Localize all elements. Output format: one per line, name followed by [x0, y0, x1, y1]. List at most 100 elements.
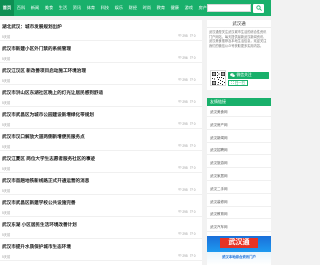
eye-icon	[178, 34, 182, 37]
nav-item[interactable]: 美食	[42, 0, 56, 16]
list-item[interactable]: 湖北武汉：城市发展规划出炉 5天前 295 0	[0, 20, 202, 41]
friend-link[interactable]: 武汉房产网	[207, 119, 271, 130]
eye-icon	[178, 254, 182, 257]
article-time: 5天前	[2, 255, 11, 259]
article-title[interactable]: 武汉江夏区 两位大学生志愿者服务社区的事迹	[2, 156, 182, 162]
view-count: 295	[178, 166, 188, 170]
list-item[interactable]: 武汉东湖 小区居民生活环境改善计划 5天前 295 0	[0, 218, 202, 239]
comment-icon	[190, 144, 193, 147]
nav-item[interactable]: 生活	[56, 0, 70, 16]
comment-count-value: 0	[193, 55, 196, 60]
eye-icon	[178, 122, 182, 125]
view-count-value: 295	[182, 77, 188, 82]
friend-link[interactable]: 武汉家居网	[207, 171, 271, 181]
list-item[interactable]: 武汉江汉区 新改善项目启动施工环境治理 5天前 295 0	[0, 64, 202, 85]
article-title[interactable]: 武汉市新建小区外门禁的系统管理	[2, 46, 182, 52]
scan-label: 扫一扫	[235, 81, 245, 86]
nav-item[interactable]: 财经	[126, 0, 140, 16]
banner-subtitle: 武汉本地综合资讯门户	[222, 255, 256, 259]
view-count: 295	[178, 210, 188, 214]
friend-link[interactable]: 武汉招聘网	[207, 145, 271, 156]
friend-link[interactable]: 武汉旅游网	[207, 158, 271, 169]
article-title[interactable]: 武汉市提升水质保护城市生态环境	[2, 244, 182, 250]
view-count: 295	[178, 34, 188, 38]
nav-item[interactable]: 体育	[84, 0, 98, 16]
nav-item[interactable]: 百科	[14, 0, 28, 16]
comment-count: 0	[190, 78, 196, 82]
comment-count-value: 0	[193, 143, 196, 148]
list-item[interactable]: 武汉江夏区 两位大学生志愿者服务社区的事迹 5天前 295 0	[0, 152, 202, 173]
friend-links-card: 友情链接 武汉美食网武汉房产网武汉新闻网武汉招聘网武汉旅游网武汉家居网武汉二手网…	[207, 98, 271, 236]
list-item[interactable]: 武汉市洪山区东湖社区晚上的灯光让居民感到舒适 5天前 295 0	[0, 86, 202, 107]
list-item[interactable]: 武汉市武昌区新建学校公共设施完善 5天前 295 0	[0, 196, 202, 217]
nav-item[interactable]: 时尚	[140, 0, 154, 16]
search-box[interactable]	[207, 4, 251, 12]
eye-icon	[178, 144, 182, 147]
list-item[interactable]: 武汉市汉口解放大道两侧新增便民服务点 5天前 295 0	[0, 130, 202, 151]
comment-icon	[190, 254, 193, 257]
comment-count: 0	[190, 166, 196, 170]
view-count-value: 295	[182, 33, 188, 38]
article-title[interactable]: 武汉东湖 小区居民生活环境改善计划	[2, 222, 182, 228]
nav-item[interactable]: 娱乐	[112, 0, 126, 16]
article-time: 5天前	[2, 79, 11, 83]
nav-item[interactable]: 游戏	[182, 0, 196, 16]
list-item[interactable]: 武汉市首趟地铁新线路正式开通运营的消息 5天前 295 0	[0, 174, 202, 195]
friend-link[interactable]: 武汉二手网	[207, 183, 271, 194]
list-item[interactable]: 武汉市武昌区为城市公园建设新增绿化带规划 5天前 295 0	[0, 108, 202, 129]
article-title[interactable]: 湖北武汉：城市发展规划出炉	[2, 24, 182, 30]
article-time: 5天前	[2, 57, 11, 61]
promo-banner[interactable]: 武汉通 武汉本地综合资讯门户	[207, 236, 271, 265]
list-item[interactable]: 武汉市提升水质保护城市生态环境 5天前 295 0	[0, 240, 202, 261]
comment-icon	[190, 56, 193, 59]
nav-item[interactable]: 科技	[98, 0, 112, 16]
main-nav: 首页百科新闻美食生活资讯体育科技娱乐财经时尚教育健康游戏房产汽车	[0, 0, 224, 16]
friend-link[interactable]: 武汉汽车网	[207, 222, 271, 233]
view-count-value: 295	[182, 165, 188, 170]
comment-count: 0	[190, 210, 196, 214]
friend-link[interactable]: 武汉装修网	[207, 196, 271, 207]
search-input[interactable]	[208, 5, 250, 11]
view-count: 296	[178, 56, 188, 60]
view-count-value: 295	[182, 209, 188, 214]
article-title[interactable]: 武汉江汉区 新改善项目启动施工环境治理	[2, 68, 182, 74]
article-time: 5天前	[2, 35, 11, 39]
wechat-follow-button[interactable]: 微信关注	[228, 72, 269, 79]
nav-item[interactable]: 教育	[154, 0, 168, 16]
scan-icon	[231, 81, 235, 85]
comment-count-value: 0	[193, 209, 196, 214]
article-time: 5天前	[2, 233, 11, 237]
article-title[interactable]: 武汉市武昌区为城市公园建设新增绿化带规划	[2, 112, 182, 118]
nav-item[interactable]: 新闻	[28, 0, 42, 16]
search-button[interactable]	[253, 3, 264, 13]
friend-link[interactable]: 武汉新闻网	[207, 132, 271, 143]
view-count: 295	[178, 144, 188, 148]
article-title[interactable]: 武汉市武昌区新建学校公共设施完善	[2, 200, 182, 206]
search-icon	[255, 5, 262, 11]
article-time: 5天前	[2, 101, 11, 105]
eye-icon	[178, 232, 182, 235]
wechat-card: 武汉通 武汉通是关注武汉城市生活的综合性资讯门户网站，每天提供最新武汉新闻资讯、…	[207, 20, 271, 90]
comment-count: 0	[190, 34, 196, 38]
friend-link[interactable]: 武汉美食网	[207, 107, 271, 117]
nav-item[interactable]: 资讯	[70, 0, 84, 16]
nav-item[interactable]: 健康	[168, 0, 182, 16]
eye-icon	[178, 188, 182, 191]
comment-count: 0	[190, 100, 196, 104]
friend-link[interactable]: 武汉教育网	[207, 209, 271, 220]
comment-icon	[190, 34, 193, 37]
article-title[interactable]: 武汉市首趟地铁新线路正式开通运营的消息	[2, 178, 182, 184]
friend-links-header: 友情链接	[207, 98, 271, 106]
top-nav-bar: 首页百科新闻美食生活资讯体育科技娱乐财经时尚教育健康游戏房产汽车	[0, 0, 271, 16]
eye-icon	[178, 166, 182, 169]
article-title[interactable]: 武汉市汉口解放大道两侧新增便民服务点	[2, 134, 182, 140]
view-count-value: 295	[182, 99, 188, 104]
view-count: 295	[178, 78, 188, 82]
list-item[interactable]: 武汉市新建小区外门禁的系统管理 5天前 296 0	[0, 42, 202, 63]
comment-icon	[190, 210, 193, 213]
view-count-value: 295	[182, 187, 188, 192]
article-title[interactable]: 武汉市洪山区东湖社区晚上的灯光让居民感到舒适	[2, 90, 182, 96]
nav-item[interactable]: 首页	[0, 0, 14, 16]
scan-button[interactable]: 扫一扫	[228, 80, 248, 86]
article-time: 5天前	[2, 167, 11, 171]
